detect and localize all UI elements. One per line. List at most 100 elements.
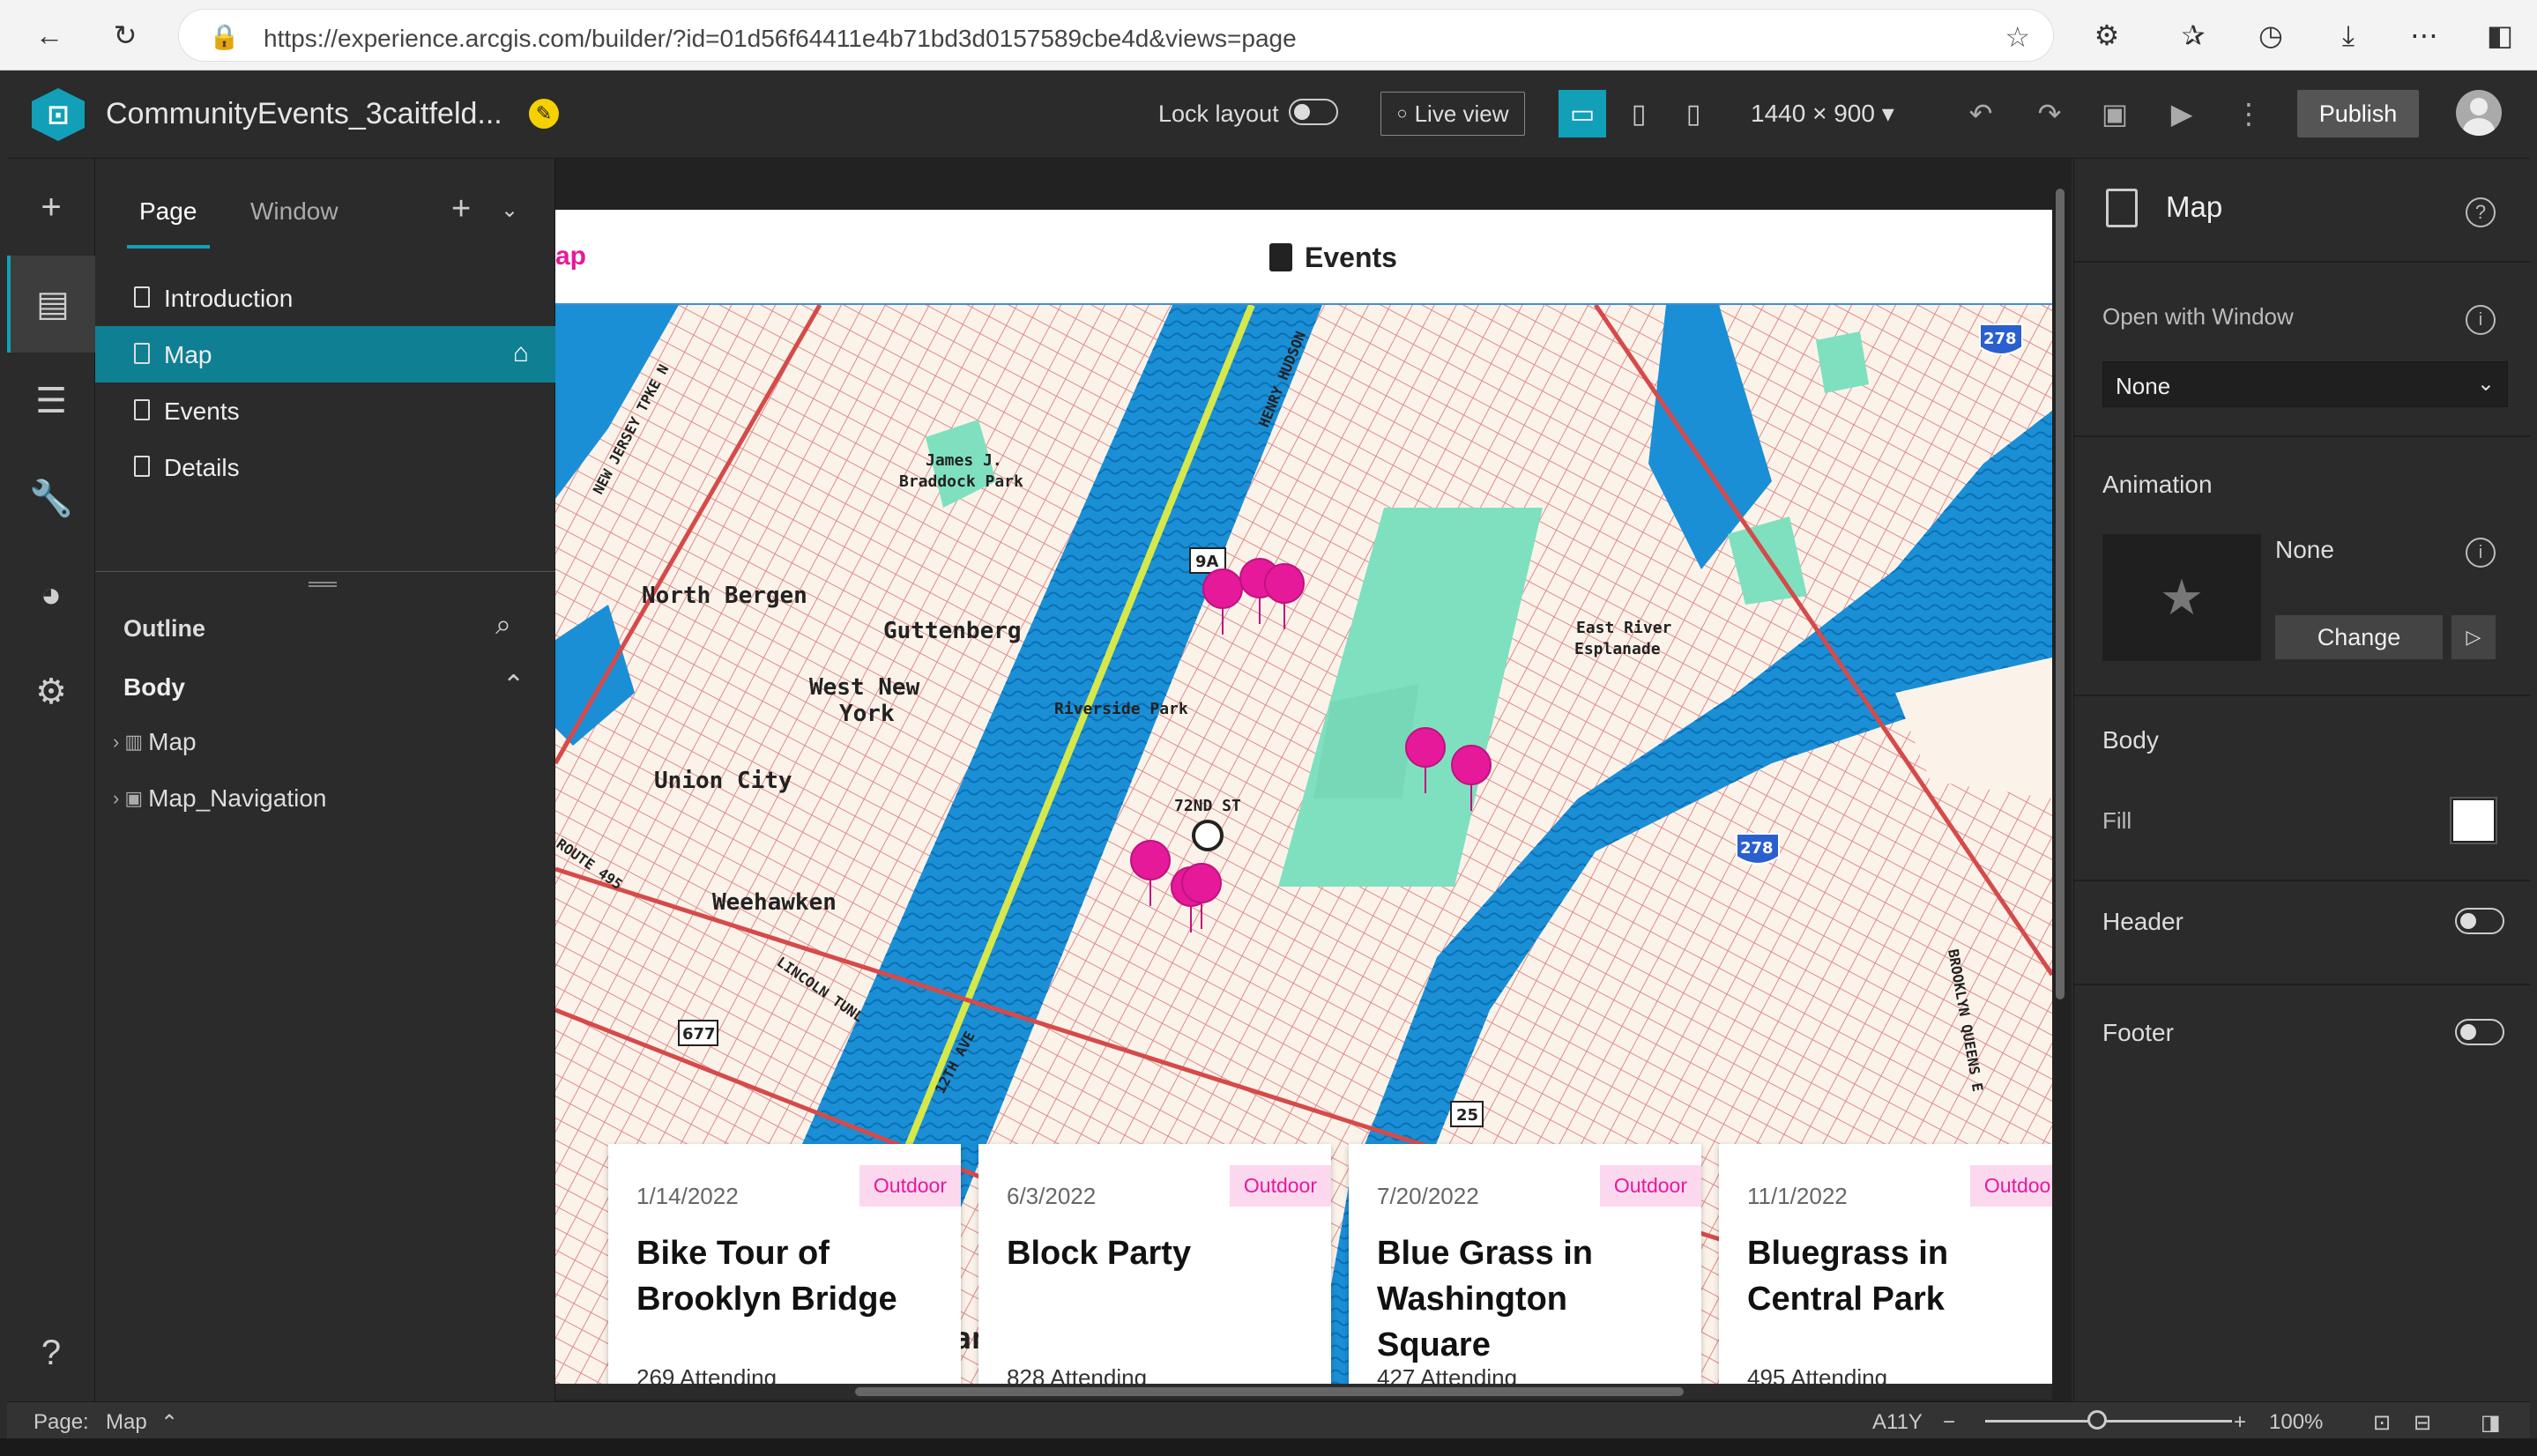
experience-builder-logo[interactable]: ⊡	[32, 88, 85, 141]
play-animation-icon[interactable]: ▷	[2451, 615, 2496, 659]
page-stage[interactable]: ap Events North Bergen Guttenberg West N…	[555, 210, 2052, 1384]
event-date: 11/1/2022	[1747, 1183, 1848, 1209]
event-attending: 828 Attending	[1007, 1364, 1148, 1384]
a11y-label[interactable]: A11Y	[1872, 1410, 1923, 1435]
desktop-device-icon[interactable]: ▭	[1559, 90, 1606, 137]
section-divider	[2074, 984, 2531, 985]
address-bar[interactable]: 🔒 https://experience.arcgis.com/builder/…	[178, 9, 2054, 62]
fill-label: Fill	[2102, 807, 2132, 834]
map-label-east-river-2: Esplanade	[1574, 640, 1661, 658]
open-with-window-select[interactable]: None ⌄	[2102, 361, 2508, 407]
more-options-icon[interactable]: ⋯	[2403, 16, 2445, 55]
event-name: Blue Grass in Washington Square	[1377, 1235, 1593, 1363]
section-divider	[2074, 880, 2531, 881]
url-text: https://experience.arcgis.com/builder/?i…	[264, 25, 1297, 52]
scrollbar-thumb[interactable]	[2056, 189, 2065, 999]
footer-toggle[interactable]	[2455, 1019, 2504, 1045]
chevron-up-icon[interactable]: ⌃	[502, 670, 525, 701]
search-icon[interactable]: ⌕	[495, 608, 511, 642]
chevron-right-icon[interactable]: ›	[113, 787, 119, 810]
app-title[interactable]: CommunityEvents_3caitfeld...	[106, 97, 502, 131]
event-card[interactable]: 6/3/2022 Outdoor Block Party 828 Attendi…	[978, 1144, 1331, 1384]
status-page-value[interactable]: Map	[106, 1410, 147, 1435]
page-item-events[interactable]: Events	[95, 383, 555, 439]
zoom-slider-track[interactable]	[1985, 1420, 2232, 1423]
settings-gear-icon[interactable]: ⚙	[7, 643, 95, 740]
route-shield-278: 278	[1983, 330, 2017, 348]
star-icon: ★	[2159, 569, 2205, 625]
history-icon[interactable]: ◷	[2250, 16, 2292, 55]
route-shield-677: 677	[682, 1025, 716, 1044]
tools-wrench-icon[interactable]: 🔧	[7, 449, 95, 546]
tab-page[interactable]: Page	[139, 197, 197, 226]
outline-item-label: Map_Navigation	[148, 784, 327, 812]
header-left-fragment[interactable]: ap	[555, 241, 586, 271]
fit-to-screen-icon[interactable]: ⊡	[2373, 1410, 2391, 1436]
redo-icon[interactable]: ↷	[2027, 92, 2072, 136]
fill-color-swatch[interactable]	[2450, 797, 2497, 844]
chevron-up-icon[interactable]: ⌃	[160, 1410, 178, 1436]
help-icon[interactable]: ?	[2466, 197, 2496, 227]
info-icon[interactable]: i	[2466, 305, 2496, 335]
chevron-right-icon[interactable]: ›	[113, 731, 119, 754]
theme-palette-icon[interactable]: ◕	[7, 546, 95, 643]
event-card[interactable]: 11/1/2022 Outdoor Bluegrass in Central P…	[1719, 1144, 2052, 1384]
header-toggle[interactable]	[2455, 908, 2504, 934]
outline-item-map-navigation[interactable]: › ▣ Map_Navigation	[113, 784, 326, 813]
page-icon[interactable]: ▤	[7, 256, 95, 353]
tablet-device-icon[interactable]: ▯	[1615, 90, 1663, 137]
user-avatar[interactable]	[2456, 90, 2502, 136]
add-page-icon[interactable]: +	[451, 190, 471, 228]
outline-body-heading: Body	[123, 673, 185, 701]
save-icon[interactable]: ▣	[2093, 92, 2137, 136]
map-label-east-river-1: East River	[1576, 619, 1672, 637]
resize-grip[interactable]	[309, 582, 337, 587]
undo-icon[interactable]: ↶	[1959, 92, 2003, 136]
event-name: Block Party	[1007, 1235, 1192, 1272]
downloads-icon[interactable]: ⤓	[2327, 16, 2370, 55]
change-animation-button[interactable]: Change	[2275, 615, 2443, 659]
preview-play-icon[interactable]: ▶	[2160, 92, 2204, 136]
event-card[interactable]: 1/14/2022 Outdoor Bike Tour of Brooklyn …	[608, 1144, 961, 1384]
info-icon[interactable]: i	[2466, 538, 2496, 568]
event-card[interactable]: 7/20/2022 Outdoor Blue Grass in Washingt…	[1349, 1144, 1701, 1384]
page-item-details[interactable]: Details	[95, 439, 555, 495]
favorites-icon[interactable]: ✰	[2172, 16, 2214, 55]
zoom-out-icon[interactable]: −	[1943, 1410, 1955, 1435]
canvas-horizontal-scrollbar[interactable]	[555, 1384, 2052, 1400]
panel-toggle-icon[interactable]: ◨	[2481, 1410, 2501, 1436]
insert-widget-icon[interactable]: +	[7, 159, 95, 256]
map-label-union-city: Union City	[654, 768, 792, 794]
page-doc-icon	[134, 286, 150, 308]
publish-button[interactable]: Publish	[2297, 90, 2419, 137]
favorite-star-icon[interactable]: ☆	[2005, 20, 2030, 54]
chevron-down-icon[interactable]: ⌄	[501, 197, 518, 223]
map-label-station: 72ND ST	[1174, 797, 1241, 815]
canvas-vertical-scrollbar[interactable]	[2054, 164, 2066, 1380]
event-date: 6/3/2022	[1007, 1183, 1097, 1209]
fit-width-icon[interactable]: ⊟	[2414, 1410, 2431, 1436]
zoom-slider-handle[interactable]	[2087, 1410, 2107, 1430]
more-vertical-icon[interactable]: ⋮	[2227, 92, 2271, 136]
phone-device-icon[interactable]: ▯	[1670, 90, 1717, 137]
data-icon[interactable]: ☰	[7, 353, 95, 449]
page-item-introduction[interactable]: Introduction	[95, 270, 555, 326]
reload-icon[interactable]: ↻	[106, 16, 145, 55]
extensions-icon[interactable]: ⚙	[2086, 16, 2128, 55]
scrollbar-thumb[interactable]	[855, 1387, 1684, 1396]
header-title[interactable]: Events	[1305, 241, 1397, 274]
live-view-button[interactable]: ○ Live view	[1380, 92, 1525, 136]
tab-window[interactable]: Window	[250, 197, 339, 226]
resolution-dropdown[interactable]: 1440 × 900 ▾	[1751, 99, 1894, 128]
section-divider	[2074, 435, 2531, 437]
zoom-in-icon[interactable]: +	[2234, 1410, 2246, 1435]
outline-item-map[interactable]: › ▥ Map	[113, 728, 197, 756]
map-label-weehawken: Weehawken	[712, 889, 837, 916]
sidebar-toggle-icon[interactable]: ◧	[2479, 16, 2521, 55]
page-item-map[interactable]: Map ⌂	[95, 326, 555, 383]
event-tag: Outdoor	[1969, 1165, 2052, 1207]
lock-layout-toggle[interactable]	[1289, 99, 1338, 125]
back-icon[interactable]: ←	[30, 16, 69, 55]
help-icon[interactable]: ?	[7, 1304, 95, 1401]
edit-pencil-icon[interactable]: ✎	[529, 99, 559, 129]
